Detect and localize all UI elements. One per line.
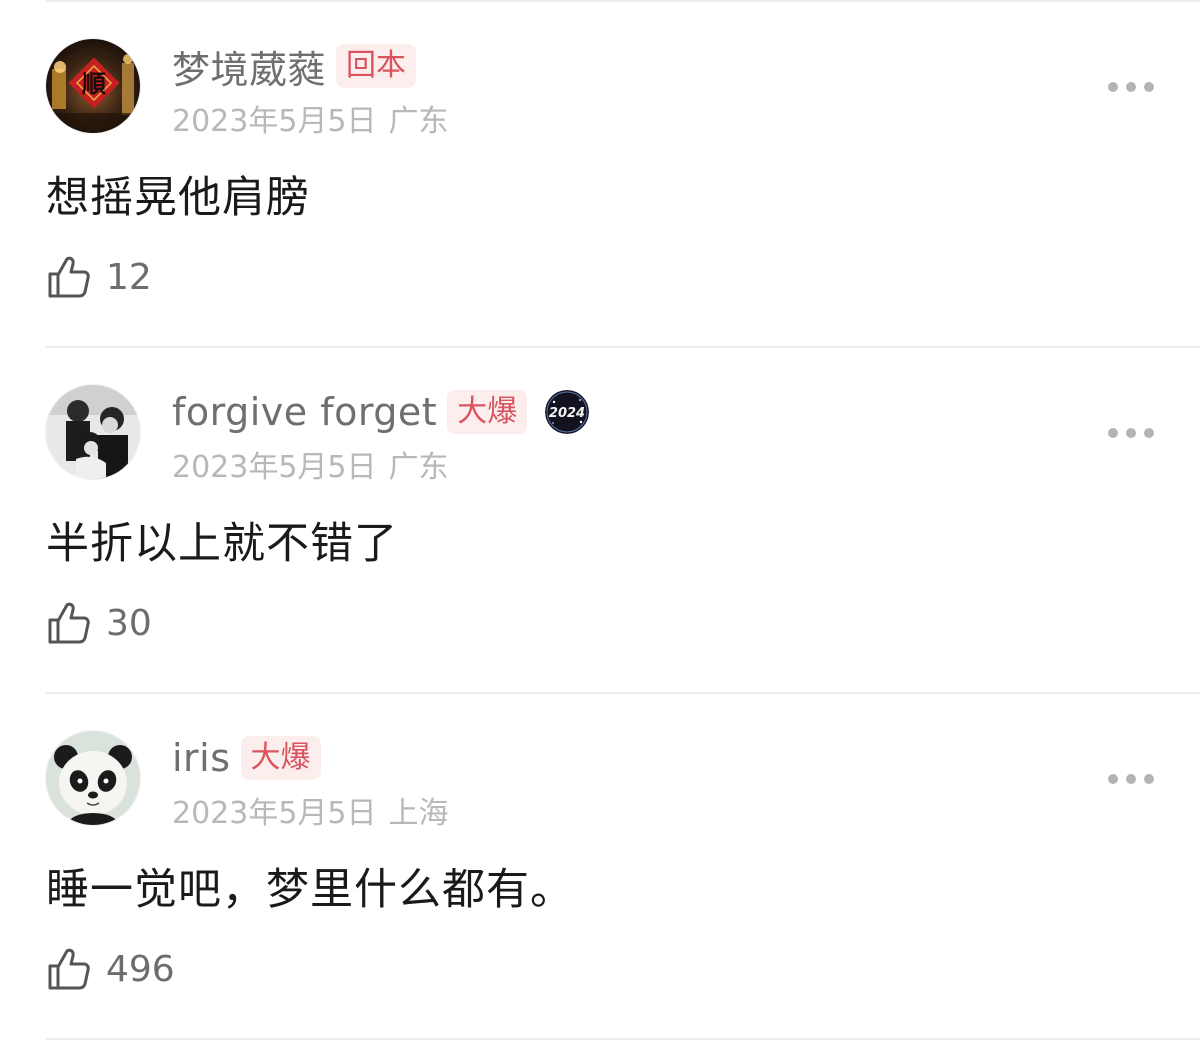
like-button[interactable]: 12 xyxy=(46,252,152,302)
comment-text: 睡一觉吧，梦里什么都有。 xyxy=(46,865,574,915)
avatar-image: 順 xyxy=(46,39,140,133)
comment-item: iris 大爆 2023年5月5日 上海 睡一觉吧，梦里什么都有。 496 xyxy=(0,692,1200,1038)
avatar[interactable] xyxy=(46,385,140,479)
more-dot-icon xyxy=(1108,774,1118,784)
comment-meta: 2023年5月5日 上海 xyxy=(172,788,449,832)
comment-location: 广东 xyxy=(388,450,449,485)
comment-item: 順 梦境葳蕤 回本 2023年5月5日 广东 想摇晃他肩膀 12 xyxy=(0,0,1200,346)
comment-date: 2023年5月5日 xyxy=(172,104,377,139)
comment-text: 想摇晃他肩膀 xyxy=(46,173,310,223)
comment-location: 上海 xyxy=(388,796,449,831)
comment-date: 2023年5月5日 xyxy=(172,796,377,831)
more-dot-icon xyxy=(1108,428,1118,438)
comment-text: 半折以上就不错了 xyxy=(46,519,398,569)
avatar-image xyxy=(46,385,140,479)
more-dot-icon xyxy=(1126,774,1136,784)
comment-meta: 2023年5月5日 广东 xyxy=(172,442,449,486)
more-dot-icon xyxy=(1144,428,1154,438)
username[interactable]: iris xyxy=(172,736,231,780)
more-dot-icon xyxy=(1144,774,1154,784)
more-dot-icon xyxy=(1126,428,1136,438)
badge-text: 2024 xyxy=(549,406,585,421)
user-tag: 大爆 xyxy=(447,390,528,434)
like-count: 496 xyxy=(106,948,175,990)
avatar-image xyxy=(46,731,140,825)
thumbs-up-icon xyxy=(48,948,90,990)
avatar-character: 順 xyxy=(82,70,107,98)
username[interactable]: forgive forget xyxy=(172,390,437,434)
more-dot-icon xyxy=(1144,82,1154,92)
comment-date: 2023年5月5日 xyxy=(172,450,377,485)
comment-meta: 2023年5月5日 广东 xyxy=(172,96,449,140)
thumbs-up-icon xyxy=(48,602,90,644)
more-options-button[interactable] xyxy=(1108,426,1154,440)
year-badge-icon: 2024 xyxy=(545,390,590,434)
user-tag: 回本 xyxy=(336,44,417,88)
like-count: 30 xyxy=(106,602,152,644)
name-row: 梦境葳蕤 回本 xyxy=(172,42,417,92)
name-row: iris 大爆 xyxy=(172,734,321,782)
avatar[interactable] xyxy=(46,731,140,825)
comment-item: forgive forget 大爆 2024 2023年5月5日 广东 半折以上… xyxy=(0,346,1200,692)
thumbs-up-icon xyxy=(48,256,90,298)
like-button[interactable]: 496 xyxy=(46,944,175,994)
like-button[interactable]: 30 xyxy=(46,598,152,648)
username[interactable]: 梦境葳蕤 xyxy=(172,39,326,94)
like-count: 12 xyxy=(106,256,152,298)
avatar[interactable]: 順 xyxy=(46,39,140,133)
more-options-button[interactable] xyxy=(1108,772,1154,786)
more-options-button[interactable] xyxy=(1108,80,1154,94)
name-row: forgive forget 大爆 2024 xyxy=(172,388,590,436)
user-tag: 大爆 xyxy=(240,736,321,780)
more-dot-icon xyxy=(1108,82,1118,92)
comment-divider xyxy=(46,1038,1200,1040)
comment-location: 广东 xyxy=(388,104,449,139)
more-dot-icon xyxy=(1126,82,1136,92)
